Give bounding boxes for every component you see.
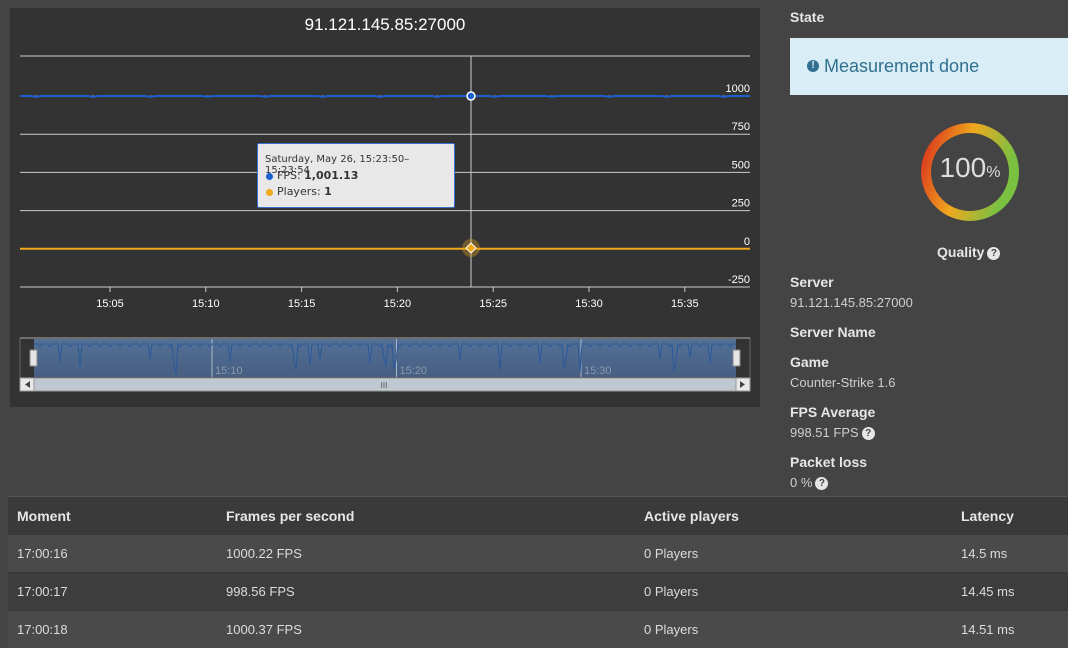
navigator-left-handle[interactable] (30, 350, 37, 366)
game-value: Counter-Strike 1.6 (790, 375, 896, 390)
cell-fps: 998.56 FPS (217, 573, 635, 611)
server-name-label: Server Name (790, 324, 876, 340)
cell-moment: 17:00:17 (8, 573, 217, 611)
x-tick-label: 15:30 (575, 298, 603, 310)
quality-help-icon[interactable]: ? (987, 247, 1000, 260)
navigator-tick-label: 15:30 (584, 365, 612, 377)
fps-series-line (20, 96, 750, 97)
quality-percent: 100% (920, 152, 1020, 184)
column-header-moment[interactable]: Moment (8, 497, 217, 535)
x-tick-label: 15:10 (192, 298, 220, 310)
x-tick-label: 15:25 (479, 298, 507, 310)
y-tick-label: 250 (732, 198, 750, 210)
server-label: Server (790, 274, 834, 290)
navigator-tick-label: 15:20 (400, 365, 428, 377)
fps-hover-marker[interactable] (467, 92, 475, 100)
tooltip-players-value: 1 (324, 185, 332, 198)
state-alert: ! Measurement done (790, 38, 1068, 95)
x-tick-label: 15:05 (96, 298, 124, 310)
game-label: Game (790, 354, 829, 370)
fps-average-value: 998.51 FPS? (790, 425, 875, 440)
x-tick-label: 15:20 (384, 298, 412, 310)
state-label: State (790, 9, 824, 25)
y-tick-label: -250 (728, 274, 750, 286)
navigator-scrollbar[interactable]: III (20, 378, 750, 391)
state-message: Measurement done (824, 56, 979, 77)
tooltip-fps-row: FPS: 1,001.13 (266, 169, 358, 182)
cell-fps: 1000.37 FPS (217, 611, 635, 648)
scrollbar-grip-icon: III (381, 381, 388, 390)
cell-players: 0 Players (635, 573, 952, 611)
navigator-tick-label: 15:10 (215, 365, 243, 377)
tooltip-fps-value: 1,001.13 (304, 169, 358, 182)
y-axis-ticks: 1000 750 500 250 0 -250 (726, 83, 750, 286)
column-header-fps[interactable]: Frames per second (217, 497, 635, 535)
y-tick-label: 750 (732, 121, 750, 133)
fps-dot-icon (266, 173, 273, 180)
chart-tooltip: Saturday, May 26, 15:23:50–15:23:54 FPS:… (257, 143, 455, 208)
navigator[interactable]: 15:10 15:20 15:30 (20, 338, 750, 378)
quality-label: Quality? (937, 244, 1000, 260)
fps-average-help-icon[interactable]: ? (862, 427, 875, 440)
chart-panel: 91.121.145.85:27000 1000 750 500 250 0 -250 1… (10, 8, 760, 407)
cell-players: 0 Players (635, 611, 952, 648)
chart-title: 91.121.145.85:27000 (305, 15, 466, 34)
cell-latency: 14.51 ms (952, 611, 1068, 648)
server-value: 91.121.145.85:27000 (790, 295, 913, 310)
cell-latency: 14.45 ms (952, 573, 1068, 611)
navigator-selected-range[interactable] (34, 339, 736, 377)
table-row: 17:00:17 998.56 FPS 0 Players 14.45 ms (8, 573, 1068, 611)
y-tick-label: 500 (732, 159, 750, 171)
y-tick-label: 0 (744, 236, 750, 248)
table-row: 17:00:18 1000.37 FPS 0 Players 14.51 ms (8, 611, 1068, 648)
table-row: 17:00:16 1000.22 FPS 0 Players 14.5 ms (8, 535, 1068, 573)
measurements-table: Moment Frames per second Active players … (8, 496, 1068, 648)
cell-moment: 17:00:18 (8, 611, 217, 648)
navigator-right-handle[interactable] (733, 350, 740, 366)
packet-loss-value: 0 %? (790, 475, 828, 490)
packet-loss-help-icon[interactable]: ? (815, 477, 828, 490)
tooltip-fps-label: FPS: (277, 169, 301, 182)
cell-fps: 1000.22 FPS (217, 535, 635, 573)
x-tick-label: 15:15 (288, 298, 316, 310)
packet-loss-label: Packet loss (790, 454, 867, 470)
x-tick-label: 15:35 (671, 298, 699, 310)
tooltip-players-label: Players: (277, 185, 321, 198)
fps-average-label: FPS Average (790, 404, 875, 420)
players-dot-icon (266, 189, 273, 196)
tooltip-players-row: Players: 1 (266, 185, 332, 198)
x-axis-ticks: 15:05 15:10 15:15 15:20 15:25 15:30 15:35 (96, 287, 698, 310)
column-header-latency[interactable]: Latency (952, 497, 1068, 535)
cell-players: 0 Players (635, 535, 952, 573)
column-header-players[interactable]: Active players (635, 497, 952, 535)
y-tick-label: 1000 (726, 83, 750, 95)
cell-moment: 17:00:16 (8, 535, 217, 573)
cell-latency: 14.5 ms (952, 535, 1068, 573)
table-header-row: Moment Frames per second Active players … (8, 497, 1068, 535)
exclamation-circle-icon: ! (807, 60, 819, 72)
